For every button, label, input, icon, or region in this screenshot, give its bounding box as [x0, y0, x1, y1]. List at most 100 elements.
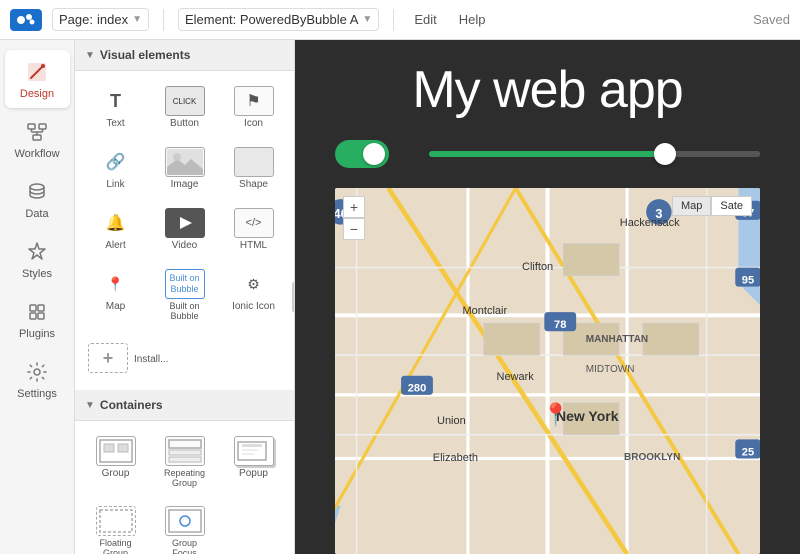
alert-element-icon: 🔔: [96, 208, 136, 238]
element-group[interactable]: Group: [83, 429, 148, 495]
data-icon: [23, 178, 51, 206]
icon-label: Icon: [244, 118, 263, 129]
group-focus-label: GroupFocus: [172, 538, 197, 554]
map-label-clifton: Clifton: [522, 261, 553, 273]
element-link[interactable]: 🔗 Link: [83, 140, 148, 197]
containers-grid: Group RepeatingGroup: [75, 421, 294, 554]
icon-element-icon: ⚑: [234, 86, 274, 116]
saved-status: Saved: [753, 12, 790, 27]
install-label: Install...: [134, 354, 168, 365]
map-label-newark: Newark: [497, 371, 534, 383]
containers-header[interactable]: ▼ Containers: [75, 390, 294, 421]
logo[interactable]: [10, 9, 42, 31]
svg-text:280: 280: [408, 383, 427, 395]
floating-group-element-icon: [96, 506, 136, 536]
settings-icon: [23, 358, 51, 386]
edit-menu[interactable]: Edit: [408, 9, 442, 30]
popup-element-icon: [234, 436, 274, 466]
map-label-montclair: Montclair: [463, 305, 508, 317]
element-image[interactable]: Image: [152, 140, 217, 197]
canvas-map[interactable]: 46 3 87 95 280 78 25 Hackensack Clifton: [335, 188, 760, 554]
design-label: Design: [20, 88, 54, 100]
map-type-controls: Map Sate: [672, 196, 752, 216]
sidebar-item-styles[interactable]: Styles: [5, 230, 70, 288]
canvas-content: My web app: [295, 40, 800, 554]
html-element-icon: </>: [234, 208, 274, 238]
element-button[interactable]: CLICK Button: [152, 79, 217, 136]
visual-section-label: Visual elements: [100, 48, 191, 62]
map-zoom-in-button[interactable]: +: [343, 196, 365, 218]
visual-elements-header[interactable]: ▼ Visual elements: [75, 40, 294, 71]
plugins-label: Plugins: [19, 328, 55, 340]
map-label-union: Union: [437, 415, 466, 427]
element-selector[interactable]: Element: PoweredByBubble A ▼: [178, 8, 379, 31]
toggle-switch[interactable]: [335, 140, 389, 168]
element-icon[interactable]: ⚑ Icon: [221, 79, 286, 136]
element-install[interactable]: + Install...: [83, 336, 286, 382]
element-html[interactable]: </> HTML: [221, 201, 286, 258]
sidebar-item-plugins[interactable]: Plugins: [5, 290, 70, 348]
containers-chevron-icon: ▼: [85, 400, 95, 411]
help-menu[interactable]: Help: [453, 9, 492, 30]
data-label: Data: [25, 208, 48, 220]
element-text[interactable]: T Text: [83, 79, 148, 136]
bubble-logo-icon: [10, 9, 42, 31]
styles-icon: [23, 238, 51, 266]
page-selector[interactable]: Page: index ▼: [52, 8, 149, 31]
element-label: Element: PoweredByBubble A: [185, 12, 358, 27]
sidebar-item-design[interactable]: Design: [5, 50, 70, 108]
map-zoom-out-button[interactable]: −: [343, 218, 365, 240]
repeating-group-element-icon: [165, 436, 205, 466]
install-row: + Install...: [75, 336, 294, 390]
design-icon: [23, 58, 51, 86]
element-alert[interactable]: 🔔 Alert: [83, 201, 148, 258]
text-element-icon: T: [96, 86, 136, 116]
repeating-group-label: RepeatingGroup: [164, 468, 205, 488]
topbar: Page: index ▼ Element: PoweredByBubble A…: [0, 0, 800, 40]
group-focus-element-icon: [165, 506, 205, 536]
slider-thumb[interactable]: [654, 143, 676, 165]
workflow-icon: [23, 118, 51, 146]
map-label: Map: [106, 301, 125, 312]
toggle-thumb: [363, 143, 385, 165]
button-label: Button: [170, 118, 199, 129]
map-label-elizabeth: Elizabeth: [433, 452, 478, 464]
builton-element-icon: Built on Bubble: [165, 269, 205, 299]
element-repeating-group[interactable]: RepeatingGroup: [152, 429, 217, 495]
canvas: My web app: [295, 40, 800, 554]
sidebar-item-settings[interactable]: Settings: [5, 350, 70, 408]
canvas-controls: [295, 140, 800, 168]
element-builton[interactable]: Built on Bubble Built onBubble: [152, 262, 217, 328]
element-map[interactable]: 📍 Map: [83, 262, 148, 328]
slider[interactable]: [429, 151, 760, 157]
shape-label: Shape: [239, 179, 268, 190]
map-type-satellite-button[interactable]: Sate: [711, 196, 752, 216]
install-element-icon: +: [88, 343, 128, 373]
element-video[interactable]: Video: [152, 201, 217, 258]
map-label-hackensack: Hackensack: [620, 217, 680, 229]
page-label: Page:: [59, 12, 93, 27]
popup-label: Popup: [239, 468, 268, 479]
element-floating-group[interactable]: FloatingGroup: [83, 499, 148, 554]
alert-label: Alert: [105, 240, 126, 251]
element-shape[interactable]: Shape: [221, 140, 286, 197]
styles-label: Styles: [22, 268, 52, 280]
ionic-element-icon: ⚙: [234, 269, 274, 299]
element-popup[interactable]: Popup: [221, 429, 286, 495]
floating-group-label: FloatingGroup: [99, 538, 131, 554]
map-label-brooklyn: BROOKLYN: [624, 452, 680, 463]
link-element-icon: 🔗: [96, 147, 136, 177]
sidebar-item-workflow[interactable]: Workflow: [5, 110, 70, 168]
sidebar: Design Workflow: [0, 40, 75, 554]
html-label: HTML: [240, 240, 267, 251]
text-label: Text: [106, 118, 124, 129]
image-element-icon: [165, 147, 205, 177]
sidebar-item-data[interactable]: Data: [5, 170, 70, 228]
element-ionic[interactable]: ⚙ Ionic Icon: [221, 262, 286, 328]
image-label: Image: [171, 179, 199, 190]
map-type-map-button[interactable]: Map: [672, 196, 711, 216]
map-zoom-controls: + −: [343, 196, 365, 240]
element-group-focus[interactable]: GroupFocus: [152, 499, 217, 554]
containers-section-label: Containers: [100, 398, 163, 412]
svg-text:25: 25: [742, 446, 754, 458]
